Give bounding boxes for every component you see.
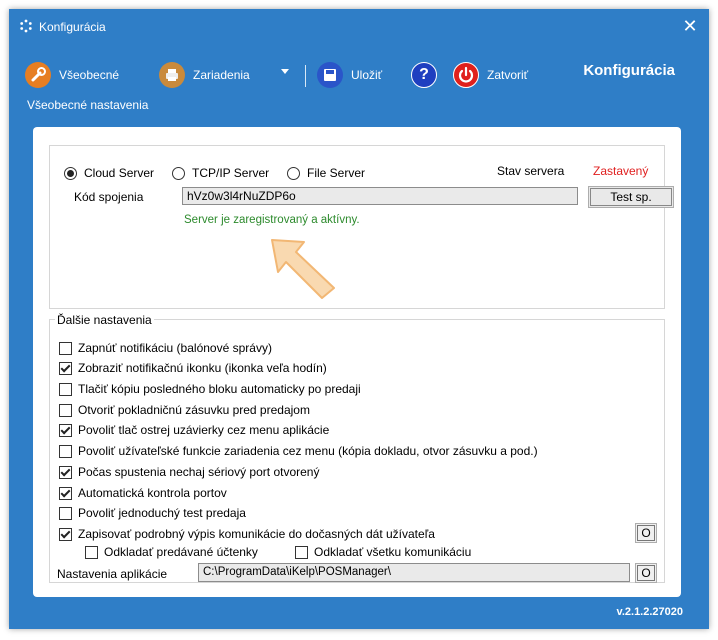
checkbox-label: Zobraziť notifikačnú ikonku (ikonka veľa… (78, 361, 327, 375)
checkbox-user-functions[interactable]: Povoliť užívateľské funkcie zariadenia c… (59, 444, 538, 458)
checkbox-indicator (59, 361, 72, 375)
server-message: Server je zaregistrovaný a aktívny. (184, 214, 360, 226)
checkbox-print-last-copy[interactable]: Tlačiť kópiu posledného bloku automatick… (59, 382, 361, 396)
checkbox-keep-serial-port[interactable]: Počas spustenia nechaj sériový port otvo… (59, 465, 319, 479)
radio-label: TCP/IP Server (192, 166, 270, 180)
checkbox-verbose-logging[interactable]: Zapisovať podrobný výpis komunikácie do … (59, 527, 435, 541)
checkbox-indicator (59, 486, 72, 500)
printer-icon (159, 62, 185, 88)
checkbox-label: Počas spustenia nechaj sériový port otvo… (78, 465, 320, 479)
checkbox-indicator (59, 403, 72, 417)
settings-panel: Cloud Server TCP/IP Server File Server S… (33, 127, 681, 597)
radio-indicator (287, 166, 300, 180)
toolbar-close-label: Zatvoriť (487, 68, 529, 82)
window-title: Konfigurácia (39, 20, 106, 34)
radio-tcpip-server[interactable]: TCP/IP Server (172, 166, 269, 180)
checkbox-label: Tlačiť kópiu posledného bloku automatick… (78, 382, 361, 396)
server-group: Cloud Server TCP/IP Server File Server S… (49, 145, 674, 309)
radio-cloud-server[interactable]: Cloud Server (64, 166, 154, 180)
checkbox-label: Povoliť tlač ostrej uzávierky cez menu a… (78, 423, 330, 437)
checkbox-label: Povoliť užívateľské funkcie zariadenia c… (78, 444, 538, 458)
checkbox-indicator (59, 527, 72, 541)
toolbar-separator (305, 65, 306, 87)
checkbox-label: Odkladať predávané účtenky (104, 545, 258, 559)
checkbox-indicator (59, 382, 72, 396)
wrench-icon (25, 62, 51, 88)
radio-file-server[interactable]: File Server (287, 166, 365, 180)
checkbox-label: Otvoriť pokladničnú zásuvku pred predajo… (78, 403, 310, 417)
help-icon: ? (411, 62, 437, 88)
checkbox-label: Povoliť jednoduchý test predaja (78, 506, 246, 520)
connection-code-label: Kód spojenia (74, 190, 144, 204)
header-title: Konfigurácia (583, 62, 675, 79)
checkbox-indicator (59, 506, 72, 520)
checkbox-indicator (59, 444, 72, 458)
connection-code-field[interactable]: hVz0w3l4rNuZDP6o (182, 187, 578, 205)
app-settings-path-field[interactable]: C:\ProgramData\iKelp\POSManager\ (198, 563, 630, 582)
app-settings-label: Nastavenia aplikácie (57, 567, 168, 581)
toolbar-save-button[interactable]: Uložiť (317, 61, 382, 89)
toolbar-help-button[interactable]: ? (411, 61, 445, 89)
checkbox-open-drawer[interactable]: Otvoriť pokladničnú zásuvku pred predajo… (59, 403, 310, 417)
checkbox-indicator (59, 341, 72, 355)
more-settings-legend: Ďalšie nastavenia (55, 313, 154, 327)
config-window: Konfigurácia ✕ Všeobecné Zariadenia Ulož… (9, 9, 709, 629)
toolbar-devices-label: Zariadenia (193, 68, 250, 82)
checkbox-label: Zapisovať podrobný výpis komunikácie do … (78, 527, 435, 541)
checkbox-simple-sale-test[interactable]: Povoliť jednoduchý test predaja (59, 506, 246, 520)
radio-label: File Server (307, 166, 366, 180)
checkbox-label: Automatická kontrola portov (78, 486, 227, 500)
title-bar: Konfigurácia ✕ (9, 9, 709, 45)
server-status-value: Zastavený (593, 164, 649, 178)
app-logo-icon (20, 19, 32, 33)
radio-indicator (172, 166, 185, 180)
checkbox-notifications[interactable]: Zapnúť notifikáciu (balónové správy) (59, 341, 272, 355)
checkbox-store-receipts[interactable]: Odkladať predávané účtenky (85, 545, 258, 559)
radio-label: Cloud Server (84, 166, 155, 180)
checkbox-label: Zapnúť notifikáciu (balónové správy) (78, 341, 272, 355)
devices-dropdown-arrow-icon[interactable] (281, 69, 289, 74)
checkbox-store-all-communication[interactable]: Odkladať všetku komunikáciu (295, 545, 471, 559)
checkbox-allow-closing-print[interactable]: Povoliť tlač ostrej uzávierky cez menu a… (59, 423, 329, 437)
version-label: v.2.1.2.27020 (616, 606, 683, 618)
close-window-button[interactable]: ✕ (681, 16, 699, 36)
floppy-icon (317, 62, 343, 88)
section-subtitle: Všeobecné nastavenia (27, 98, 149, 112)
checkbox-indicator (59, 465, 72, 479)
server-status-label: Stav servera (497, 164, 565, 178)
toolbar-general-button[interactable]: Všeobecné (25, 61, 119, 89)
toolbar-save-label: Uložiť (351, 68, 383, 82)
power-icon (453, 62, 479, 88)
open-log-button[interactable]: O (635, 523, 657, 543)
checkbox-indicator (295, 545, 308, 559)
checkbox-indicator (85, 545, 98, 559)
checkbox-auto-port-check[interactable]: Automatická kontrola portov (59, 486, 227, 500)
test-connection-button[interactable]: Test sp. (588, 186, 674, 208)
pointer-arrow-icon (271, 239, 335, 299)
toolbar-general-label: Všeobecné (59, 68, 120, 82)
radio-indicator (64, 166, 77, 180)
open-app-folder-button[interactable]: O (635, 563, 657, 583)
checkbox-notification-icon[interactable]: Zobraziť notifikačnú ikonku (ikonka veľa… (59, 361, 327, 375)
checkbox-label: Odkladať všetku komunikáciu (314, 545, 472, 559)
toolbar-devices-button[interactable]: Zariadenia (159, 61, 250, 89)
checkbox-indicator (59, 423, 72, 437)
toolbar-close-button[interactable]: Zatvoriť (453, 61, 528, 89)
